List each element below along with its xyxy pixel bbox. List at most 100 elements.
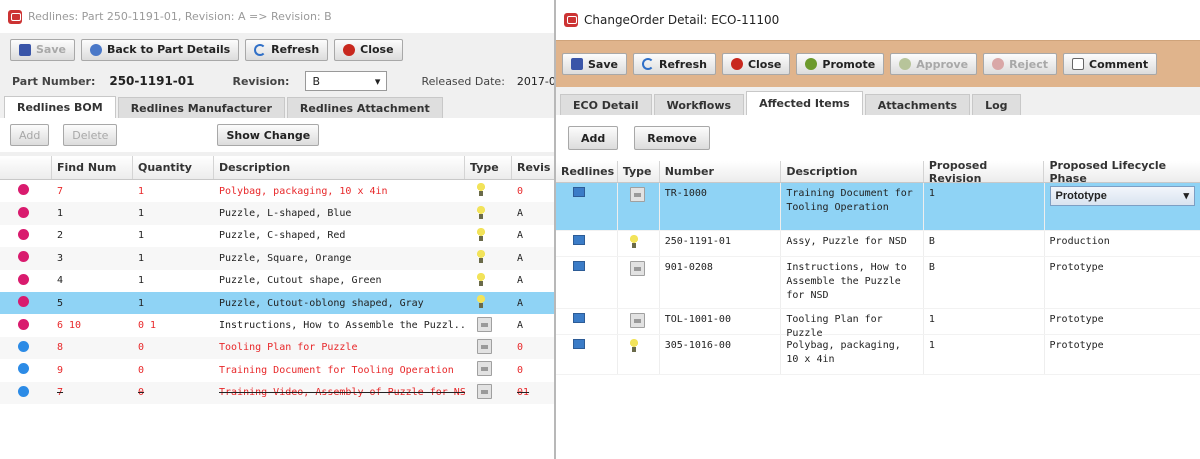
cell-type [618,231,660,256]
change-order-tabs: ECO Detail Workflows Affected Items Atta… [556,87,1200,115]
table-row[interactable]: 2 1 Puzzle, C-shaped, Red A [0,225,560,247]
cell-type [465,383,512,402]
cell-proposed-revision: 1 [924,183,1045,230]
approve-icon [899,58,912,70]
col-redlines: Redlines [556,161,618,182]
table-row[interactable]: 3 1 Puzzle, Square, Orange A [0,247,560,270]
cell-quantity: 0 [138,364,145,376]
cell-lifecycle-phase: Prototype [1045,257,1200,308]
remove-item-button[interactable]: Remove [634,126,710,150]
status-dot-icon [18,318,29,330]
tab-eco-detail[interactable]: ECO Detail [560,94,652,115]
redline-edit-icon[interactable] [573,313,585,323]
close-icon [343,43,356,56]
cell-type [465,227,512,244]
status-dot-icon [18,206,29,218]
part-number-label: Part Number: [12,74,96,88]
save-icon [19,43,31,56]
table-row[interactable]: 9 0 Training Document for Tooling Operatio… [0,359,560,381]
cell-revision: 0 [517,342,524,354]
col-type: Type [465,156,512,179]
col-quantity: Quantity [133,156,214,179]
approve-button[interactable]: Approve [890,53,978,75]
delete-button[interactable]: Delete [63,124,118,146]
cell-find-num: 5 [57,297,64,309]
status-dot-icon [18,273,29,285]
table-row[interactable]: 1 1 Puzzle, L-shaped, Blue A [0,202,560,225]
tab-redlines-attachment[interactable]: Redlines Attachment [286,97,443,118]
col-description: Description [781,161,924,182]
redline-edit-icon[interactable] [573,235,585,245]
cell-number: TOL-1001-00 [660,309,782,334]
cell-description: Training Document for Tooling Operation [781,183,924,230]
reject-button[interactable]: Reject [983,53,1058,75]
promote-icon [805,58,818,70]
tab-redlines-bom[interactable]: Redlines BOM [4,96,116,118]
document-icon [629,313,645,328]
cell-phase-text: Prototype [1049,340,1104,351]
tab-affected-items[interactable]: Affected Items [746,91,863,115]
back-to-part-details-button[interactable]: Back to Part Details [80,38,240,61]
table-row[interactable]: 250-1191-01 Assy, Puzzle for NSD B Producti… [556,231,1200,257]
add-item-button[interactable]: Add [568,126,619,150]
cell-number: 305-1016-00 [660,335,782,374]
cell-quantity: 0 [138,342,145,354]
refresh-icon [641,58,654,70]
cell-type [465,361,512,379]
save-button[interactable]: Save [562,53,627,75]
close-button[interactable]: Close [721,53,791,75]
redlines-titlebar: Redlines: Part 250-1191-01, Revision: A … [0,0,560,33]
close-button[interactable]: Close [334,38,403,61]
row-status-marker [0,251,52,265]
table-row[interactable]: 901-0208 Instructions, How to Assemble th… [556,257,1200,309]
promote-button[interactable]: Promote [796,53,885,75]
table-row[interactable]: 4 1 Puzzle, Cutout shape, Green A [0,270,560,292]
redlines-window: Redlines: Part 250-1191-01, Revision: A … [0,0,560,459]
table-row[interactable]: 7 0 Training Video, Assembly of Puzzle for… [0,381,560,404]
cell-quantity: 1 [138,275,145,287]
refresh-button[interactable]: Refresh [632,53,716,75]
table-row[interactable]: 8 0 Tooling Plan for Puzzle 0 [0,336,560,360]
status-dot-icon [18,296,29,308]
table-row[interactable]: TOL-1001-00 Tooling Plan for Puzzle 1 Proto… [556,309,1200,339]
bom-table-body: 7 1 Polybag, packaging, 10 x 4in 0 1 1 Puzzle,… [0,180,560,404]
lifecycle-phase-select[interactable]: Prototype ▾ [1049,186,1195,206]
part-bulb-icon [477,205,485,219]
table-row[interactable]: 6 10 0 1 Instructions, How to Assemble the… [0,314,560,336]
tab-workflows[interactable]: Workflows [653,94,745,115]
row-status-marker [0,273,52,288]
cell-proposed-revision: B [924,257,1045,308]
add-button[interactable]: Add [10,124,50,146]
bom-table: Find Num Quantity Description Type Revis… [0,156,560,459]
table-row[interactable]: 7 1 Polybag, packaging, 10 x 4in 0 [0,180,560,202]
cell-description: Training Video, Assembly of Puzzle for N… [219,387,465,399]
cell-quantity: 1 [138,185,145,197]
cell-quantity: 0 1 [138,320,157,332]
redline-edit-icon[interactable] [573,261,585,271]
cell-redlines [556,231,618,256]
cell-quantity: 1 [138,230,145,242]
tab-attachments[interactable]: Attachments [864,94,971,115]
table-row[interactable]: 305-1016-00 Polybag, packaging, 10 x 4in 1… [556,335,1200,375]
table-row[interactable]: 5 1 Puzzle, Cutout-oblong shaped, Gray A [0,291,560,315]
redline-edit-icon[interactable] [573,339,585,349]
redline-edit-icon[interactable] [573,187,585,197]
cell-type [465,295,512,311]
part-bulb-icon [629,339,638,352]
cell-find-num: 3 [57,252,64,264]
table-row[interactable]: TR-1000 Training Document for Tooling Ope… [556,183,1200,231]
comment-button[interactable]: Comment [1063,53,1158,75]
document-icon [477,383,492,399]
cell-lifecycle-phase: Prototype ▾ [1045,183,1200,230]
show-change-button[interactable]: Show Change [217,124,320,146]
cell-revision: 01 [517,387,530,399]
row-status-marker [0,184,52,198]
save-button[interactable]: Save [10,38,75,61]
refresh-button[interactable]: Refresh [245,38,329,61]
document-icon [629,261,645,276]
revision-select[interactable]: B ▾ [305,71,388,91]
status-dot-icon [18,340,29,352]
tab-redlines-manufacturer[interactable]: Redlines Manufacturer [117,97,285,118]
tab-log[interactable]: Log [972,94,1021,115]
cell-proposed-revision: 1 [924,309,1045,334]
